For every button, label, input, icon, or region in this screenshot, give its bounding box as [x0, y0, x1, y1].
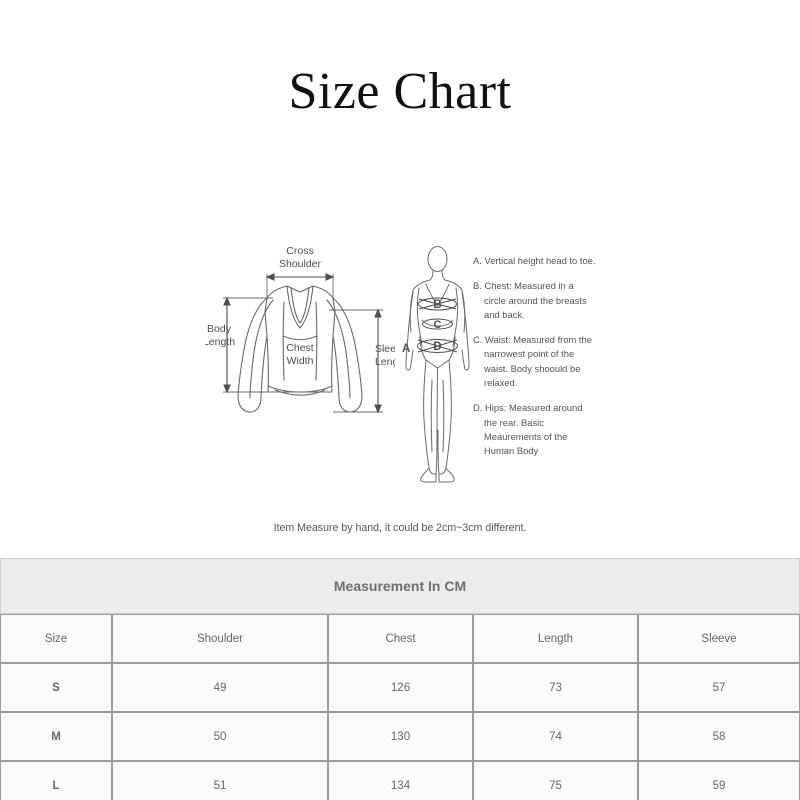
marker-a: A	[402, 343, 410, 355]
size-table: Measurement In CM Size Shoulder Chest Le…	[0, 558, 800, 800]
table-header-row: Size Shoulder Chest Length Sleeve	[0, 614, 800, 663]
legend: A. Vertical height head to toe. B. Chest…	[473, 254, 598, 459]
cell-size-m: M	[0, 712, 112, 761]
measure-note: Item Measure by hand, it could be 2cm~3c…	[273, 522, 527, 534]
page-title: Size Chart	[288, 63, 512, 120]
label-cross-shoulder-line1: Cross	[286, 245, 313, 257]
table-title: Measurement In CM	[0, 558, 800, 614]
cell-sleeve-l: 59	[638, 761, 800, 800]
marker-c: C	[434, 319, 442, 331]
table-title-row: Measurement In CM	[0, 558, 800, 614]
cell-chest-l: 134	[328, 761, 473, 800]
cell-chest-s: 126	[328, 663, 473, 712]
column-header-chest: Chest	[328, 614, 473, 663]
cell-sleeve-s: 57	[638, 663, 800, 712]
legend-item-b: B. Chest: Measured in a circle around th…	[473, 280, 587, 320]
table-row: M 50 130 74 58	[0, 712, 800, 761]
column-header-length: Length	[473, 614, 638, 663]
marker-d: D	[433, 341, 441, 353]
cell-shoulder-s: 49	[112, 663, 328, 712]
column-header-sleeve: Sleeve	[638, 614, 800, 663]
label-body-length-line1: Body	[207, 323, 232, 335]
legend-item-d: D. Hips: Measured around the rear. Basic…	[473, 402, 583, 457]
label-chest-width-line1: Chest	[286, 342, 314, 354]
legend-item-c: C. Waist: Measured from the narrowest po…	[473, 334, 592, 389]
body-diagram-svg: B C D A	[402, 246, 470, 483]
column-header-shoulder: Shoulder	[112, 614, 328, 663]
cell-length-m: 74	[473, 712, 638, 761]
label-body-length-line2: Length	[205, 336, 235, 348]
marker-b: B	[433, 299, 441, 311]
garment-diagram-svg: Cross Shoulder Body Length Chest Width S…	[205, 245, 395, 414]
cell-shoulder-l: 51	[112, 761, 328, 800]
cell-shoulder-m: 50	[112, 712, 328, 761]
label-sleeve-length-line1: Sleeve	[375, 343, 395, 355]
cell-length-l: 75	[473, 761, 638, 800]
cell-chest-m: 130	[328, 712, 473, 761]
legend-item-a: A. Vertical height head to toe.	[473, 255, 596, 266]
table-row: L 51 134 75 59	[0, 761, 800, 800]
label-cross-shoulder-line2: Shoulder	[279, 258, 322, 270]
cell-size-s: S	[0, 663, 112, 712]
table-row: S 49 126 73 57	[0, 663, 800, 712]
cell-size-l: L	[0, 761, 112, 800]
label-sleeve-length-line2: Length	[375, 356, 395, 368]
cell-sleeve-m: 58	[638, 712, 800, 761]
size-chart-page: Size Chart Cross Shoulder Body Length Ch…	[0, 0, 800, 800]
label-chest-width-line2: Width	[287, 355, 314, 367]
measurement-diagram: Cross Shoulder Body Length Chest Width S…	[0, 240, 800, 510]
cell-length-s: 73	[473, 663, 638, 712]
column-header-size: Size	[0, 614, 112, 663]
